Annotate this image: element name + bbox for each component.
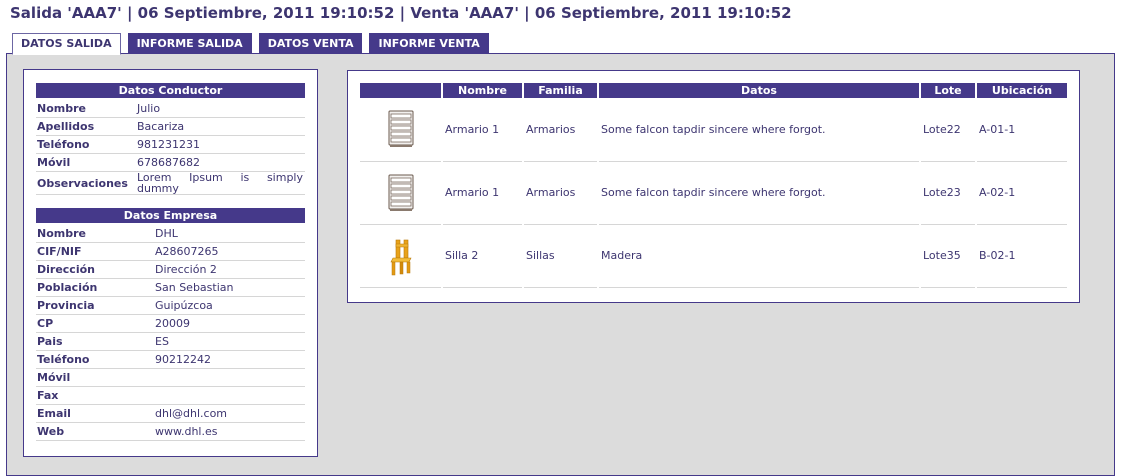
product-familia: Sillas [522,224,598,288]
empresa-row: Provincia Guipúzcoa [36,297,305,315]
product-image-cell [360,161,442,225]
field-value: dhl@dhl.com [155,407,228,420]
conductor-row: Móvil 678687682 [36,154,305,172]
conductor-heading: Datos Conductor [36,83,305,98]
field-label: Provincia [37,299,95,312]
conductor-row: Nombre Julio [36,100,305,118]
empresa-row: CIF/NIF A28607265 [36,243,305,261]
product-nombre: Silla 2 [441,224,523,288]
field-value: 90212242 [155,353,211,366]
empresa-row: Teléfono 90212242 [36,351,305,369]
tab-informe-salida[interactable]: INFORME SALIDA [127,33,252,54]
field-value: Guipúzcoa [155,299,213,312]
field-label: Observaciones [37,176,128,190]
tab-datos-venta[interactable]: DATOS VENTA [258,33,363,54]
tab-datos-salida[interactable]: DATOS SALIDA [12,33,121,55]
product-datos: Madera [597,224,920,288]
field-value: 678687682 [137,156,200,169]
table-row: Armario 1 Armarios Some falcon tapdir si… [360,161,1067,225]
product-lote: Lote35 [919,224,976,288]
empresa-row: Email dhl@dhl.com [36,405,305,423]
empresa-row: Móvil [36,369,305,387]
field-label: CP [37,317,54,330]
cabinet-icon [381,105,421,153]
field-label: Fax [37,389,59,402]
table-row: Silla 2 Sillas Madera Lote35 B-02-1 [360,224,1067,288]
field-label: CIF/NIF [37,245,82,258]
chair-icon [381,232,421,280]
product-ubicacion: A-01-1 [975,98,1067,162]
product-image-cell [360,224,442,288]
conductor-row: Observaciones Lorem Ipsum is simply dumm… [36,172,305,195]
details-box: Datos Conductor Nombre Julio Apellidos B… [23,69,318,457]
cabinet-icon [381,169,421,217]
empresa-row: Fax [36,387,305,405]
product-datos: Some falcon tapdir sincere where forgot. [597,98,920,162]
products-box: Nombre Familia Datos Lote Ubicación Arma… [347,70,1080,303]
conductor-row: Teléfono 981231231 [36,136,305,154]
field-value: 981231231 [137,138,200,151]
column-header-datos: Datos [597,83,920,98]
empresa-row: Nombre DHL [36,225,305,243]
field-label: Dirección [37,263,95,276]
product-nombre: Armario 1 [441,98,523,162]
field-label: Móvil [37,156,71,169]
products-table: Nombre Familia Datos Lote Ubicación Arma… [360,83,1067,288]
empresa-row: Dirección Dirección 2 [36,261,305,279]
product-ubicacion: A-02-1 [975,161,1067,225]
product-datos: Some falcon tapdir sincere where forgot. [597,161,920,225]
field-value: 20009 [155,317,190,330]
column-header-image [360,83,442,98]
column-header-lote: Lote [919,83,976,98]
field-label: Móvil [37,371,71,384]
field-value: ES [155,335,169,348]
field-label: Email [37,407,71,420]
empresa-row: Población San Sebastian [36,279,305,297]
field-value: www.dhl.es [155,425,218,438]
field-label: Población [37,281,98,294]
empresa-row: Pais ES [36,333,305,351]
empresa-details: Nombre DHL CIF/NIF A28607265 Dirección Dire… [36,225,305,441]
field-label: Apellidos [37,120,95,133]
field-value: Julio [137,102,161,115]
field-label: Nombre [37,227,86,240]
field-value: Bacariza [137,120,185,133]
field-label: Web [37,425,65,438]
page-title: Salida 'AAA7' | 06 Septiembre, 2011 19:1… [10,4,792,22]
empresa-row: Web www.dhl.es [36,423,305,441]
field-value: A28607265 [155,245,219,258]
table-row: Armario 1 Armarios Some falcon tapdir si… [360,98,1067,162]
conductor-details: Nombre Julio Apellidos Bacariza Teléfono… [36,100,305,195]
table-header-row: Nombre Familia Datos Lote Ubicación [360,83,1067,98]
column-header-familia: Familia [522,83,598,98]
column-header-ubicacion: Ubicación [975,83,1067,98]
conductor-row: Apellidos Bacariza [36,118,305,136]
product-familia: Armarios [522,98,598,162]
product-nombre: Armario 1 [441,161,523,225]
field-label: Pais [37,335,63,348]
product-familia: Armarios [522,161,598,225]
column-header-nombre: Nombre [441,83,523,98]
empresa-heading: Datos Empresa [36,208,305,223]
field-value: Dirección 2 [155,263,217,276]
tab-bar: DATOS SALIDA INFORME SALIDA DATOS VENTA … [12,33,496,55]
product-lote: Lote23 [919,161,976,225]
field-value: San Sebastian [155,281,234,294]
product-image-cell [360,98,442,162]
field-label: Teléfono [37,353,90,366]
product-ubicacion: B-02-1 [975,224,1067,288]
field-label: Teléfono [37,138,90,151]
field-label: Nombre [37,102,86,115]
field-value: DHL [155,227,178,240]
tab-informe-venta[interactable]: INFORME VENTA [369,33,489,54]
product-lote: Lote22 [919,98,976,162]
empresa-row: CP 20009 [36,315,305,333]
tab-panel: Datos Conductor Nombre Julio Apellidos B… [6,53,1115,476]
field-value: Lorem Ipsum is simply dummy [137,171,303,195]
